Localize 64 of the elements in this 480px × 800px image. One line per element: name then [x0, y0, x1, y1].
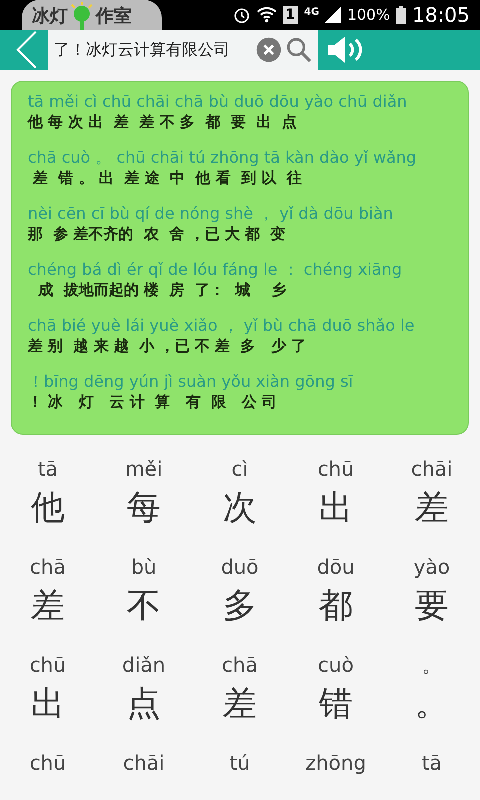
character[interactable]: 他: [31, 483, 65, 533]
pinyin-label: měi: [125, 456, 163, 483]
character[interactable]: 出: [319, 483, 353, 533]
lightbulb-icon: [70, 2, 94, 30]
pinyin-label: chā: [222, 652, 258, 679]
logo-text: 冰灯: [32, 5, 68, 29]
logo-text: 作室: [96, 5, 132, 29]
character[interactable]: 错: [319, 679, 353, 729]
pinyin-line: nèi cēn cī bù qí de nóng shè ， yǐ dà dōu biàn: [28, 204, 394, 224]
pinyin-label: dōu: [317, 554, 355, 581]
alarm-icon: [232, 6, 251, 24]
character[interactable]: 差: [223, 679, 257, 729]
hanzi-line: 成 拔地而起的 楼 房 了： 城 乡: [37, 280, 288, 300]
clock-time: 18:05: [412, 3, 470, 27]
clear-icon[interactable]: [256, 37, 282, 63]
search-input[interactable]: 了！冰灯云计算有限公司: [54, 40, 252, 60]
pinyin-label: chū: [30, 750, 66, 777]
pinyin-label: diǎn: [122, 652, 166, 679]
pinyin-label: zhōng: [306, 750, 366, 777]
pinyin-label: tā: [422, 750, 442, 777]
pinyin-label: cuò: [318, 652, 354, 679]
hanzi-line: 那 参 差不齐的 农 舍 ，已 大 都 变: [28, 224, 287, 244]
back-icon[interactable]: [16, 31, 38, 69]
pinyin-label: tā: [38, 456, 58, 483]
battery-icon: [396, 6, 406, 24]
pinyin-line: chā bié yuè lái yuè xiǎo ， yǐ bù chā duō shǎo le: [28, 316, 416, 336]
hanzi-line: 差 别 越 来 越 小 ，已 不 差 多 少 了: [28, 336, 308, 356]
pinyin-label: chū: [318, 456, 354, 483]
signal-icon: [325, 7, 342, 23]
pinyin-label: yào: [414, 554, 450, 581]
character[interactable]: 差: [415, 483, 449, 533]
character[interactable]: 都: [319, 581, 353, 631]
speaker-icon[interactable]: [328, 37, 364, 63]
character[interactable]: 多: [223, 581, 257, 631]
pinyin-label: chāi: [411, 456, 453, 483]
hanzi-line: 他 每 次 出 差 差 不 多 都 要 出 点: [28, 112, 298, 132]
wifi-icon: [256, 6, 277, 24]
character[interactable]: 出: [31, 679, 65, 729]
pinyin-label: cì: [232, 456, 248, 483]
pinyin-line: chéng bá dì ér qǐ de lóu fáng le ： chéng xiāng: [28, 260, 404, 280]
pinyin-label: chā: [30, 554, 66, 581]
battery-percent: 100%: [347, 6, 390, 24]
character[interactable]: 不: [127, 581, 161, 631]
pinyin-label: tú: [230, 750, 250, 777]
character[interactable]: 。: [415, 679, 449, 729]
pinyin-label: duō: [221, 554, 259, 581]
character[interactable]: 每: [127, 483, 161, 533]
hanzi-line: 差 错 。 出 差 途 中 他 看 到 以 往: [32, 168, 303, 188]
pinyin-line: ！bīng dēng yún jì suàn yǒu xiàn gōng sī: [28, 372, 354, 392]
character[interactable]: 点: [127, 679, 161, 729]
hanzi-line: ！ 冰 灯 云 计 算 有 限 公 司: [28, 392, 278, 412]
sim-indicator: 1: [282, 6, 298, 24]
character[interactable]: 要: [415, 581, 449, 631]
pinyin-line: tā měi cì chū chāi chā bù duō dōu yào chū diǎn: [28, 92, 408, 112]
network-label: 4G: [304, 7, 320, 18]
pinyin-label: chū: [30, 652, 66, 679]
pinyin-line: chā cuò 。 chū chāi tú zhōng tā kàn dào yǐ wǎng: [28, 148, 418, 168]
pinyin-label: chāi: [123, 750, 165, 777]
character[interactable]: 差: [31, 581, 65, 631]
character[interactable]: 次: [223, 483, 257, 533]
pinyin-label: bù: [131, 554, 157, 581]
search-field[interactable]: 了！冰灯云计算有限公司: [48, 30, 318, 70]
pinyin-label: 。: [422, 652, 442, 679]
search-icon[interactable]: [286, 37, 312, 63]
